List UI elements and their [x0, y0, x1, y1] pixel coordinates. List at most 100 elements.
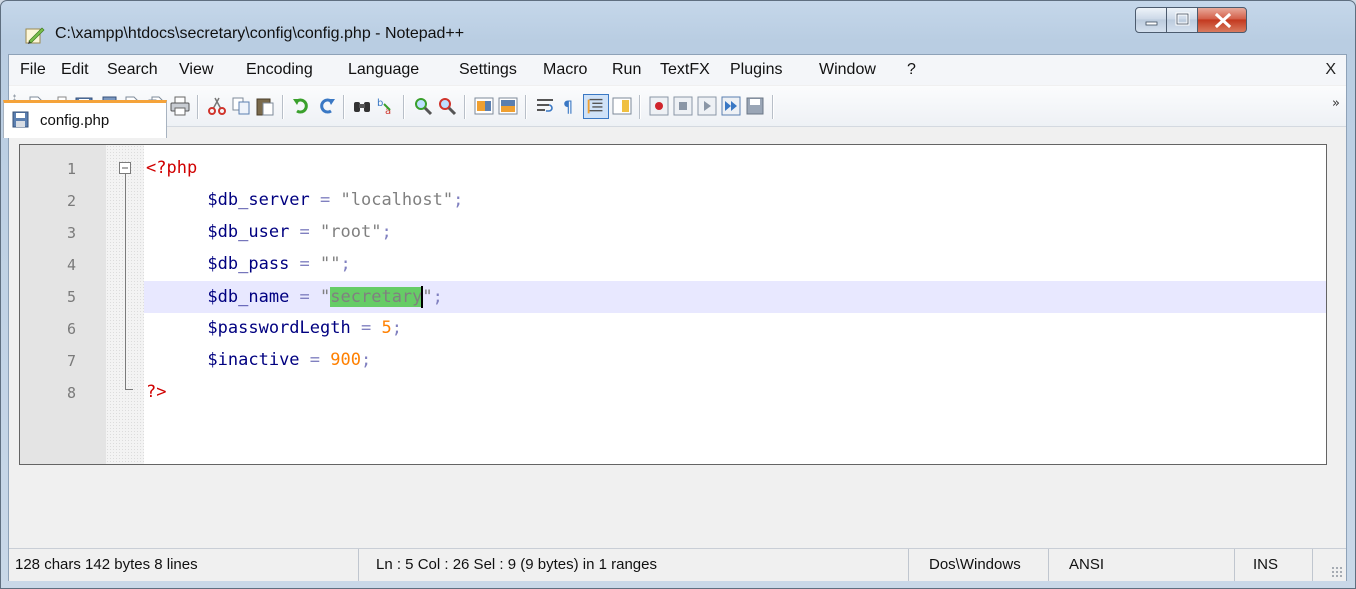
notepadpp-window: C:\xampp\htdocs\secretary\config\config.…: [0, 0, 1356, 589]
menu-textfx[interactable]: TextFX: [660, 61, 710, 79]
code-line-7[interactable]: 7 $inactive = 900;: [20, 345, 1326, 377]
title-bar[interactable]: C:\xampp\htdocs\secretary\config\config.…: [1, 1, 1355, 47]
maximize-button[interactable]: [1166, 7, 1198, 33]
status-length-cell: 128 chars 142 bytes 8 lines: [9, 549, 359, 581]
redo-icon[interactable]: [316, 96, 336, 116]
word-wrap-icon[interactable]: [535, 96, 555, 116]
operator-token: =: [289, 254, 321, 274]
line-number: 7: [66, 352, 76, 370]
code-line-3[interactable]: 3 $db_user = "root";: [20, 217, 1326, 249]
show-all-chars-icon[interactable]: ¶: [559, 96, 579, 116]
menu-help[interactable]: ?: [907, 61, 916, 79]
line-number: 5: [66, 288, 76, 306]
line-number: 4: [66, 256, 76, 274]
menu-encoding[interactable]: Encoding: [246, 61, 313, 79]
menu-macro[interactable]: Macro: [543, 61, 587, 79]
menu-language[interactable]: Language: [348, 61, 419, 79]
close-window-button[interactable]: [1197, 7, 1247, 33]
operator-token: =: [289, 222, 321, 242]
operator-token: =: [350, 318, 382, 338]
code-editor[interactable]: 1 <?php 2 $db_server = "localhost"; 3 $d…: [19, 144, 1327, 465]
operator-token: =: [299, 350, 331, 370]
toolbar-separator: [464, 95, 465, 119]
menu-run[interactable]: Run: [612, 61, 641, 79]
line-number: 3: [66, 224, 76, 242]
status-encoding-cell[interactable]: ANSI: [1049, 549, 1235, 581]
line-number: 8: [66, 384, 76, 402]
menu-view[interactable]: View: [179, 61, 213, 79]
string-token: "localhost": [340, 190, 454, 210]
operator-token: =: [309, 190, 341, 210]
toolbar-separator: [525, 95, 526, 119]
semicolon-token: ;: [381, 222, 392, 242]
macro-stop-icon[interactable]: [673, 96, 693, 116]
paste-icon[interactable]: [255, 96, 275, 116]
status-eol-cell[interactable]: Dos\Windows: [909, 549, 1049, 581]
status-position: Ln : 5 Col : 26 Sel : 9 (9 bytes) in 1 r…: [376, 556, 657, 573]
menu-settings[interactable]: Settings: [459, 61, 517, 79]
number-token: 900: [330, 350, 361, 370]
toolbar: ba ¶ »: [9, 86, 1346, 127]
number-token: 5: [381, 318, 392, 338]
print-icon[interactable]: [170, 96, 190, 116]
notepadpp-app-icon: [25, 27, 45, 44]
zoom-out-icon[interactable]: [437, 96, 457, 116]
code-line-4[interactable]: 4 $db_pass = "";: [20, 249, 1326, 281]
close-document-button[interactable]: X: [1325, 61, 1336, 79]
semicolon-token: ;: [432, 287, 443, 307]
variable-token: $db_pass: [207, 254, 290, 274]
zoom-in-icon[interactable]: [413, 96, 433, 116]
window-title: C:\xampp\htdocs\secretary\config\config.…: [55, 25, 465, 42]
sync-horizontal-icon[interactable]: [498, 96, 518, 116]
operator-token: =: [289, 287, 321, 307]
string-token: "": [320, 254, 341, 274]
toolbar-overflow-chevron[interactable]: »: [1332, 96, 1340, 111]
menu-search[interactable]: Search: [107, 61, 158, 79]
menu-plugins[interactable]: Plugins: [730, 61, 782, 79]
semicolon-token: ;: [391, 318, 402, 338]
resize-grip[interactable]: [1331, 566, 1343, 578]
code-line-5[interactable]: 5 $db_name = "secretary";: [20, 281, 1326, 313]
line-number: 1: [66, 160, 76, 178]
copy-icon[interactable]: [231, 96, 251, 116]
replace-icon[interactable]: ba: [376, 96, 396, 116]
menu-file[interactable]: File: [20, 61, 46, 79]
menu-edit[interactable]: Edit: [61, 61, 89, 79]
tab-config-php[interactable]: config.php: [3, 100, 167, 138]
status-insert-mode: INS: [1253, 556, 1279, 573]
macro-play-icon[interactable]: [697, 96, 717, 116]
variable-token: $db_user: [207, 222, 290, 242]
svg-text:b: b: [377, 98, 383, 109]
code-line-8[interactable]: 8 ?>: [20, 377, 1326, 409]
indent-guide-icon[interactable]: [583, 94, 609, 119]
close-icon: [1214, 12, 1232, 29]
selected-text: secretary: [330, 287, 423, 307]
macro-record-icon[interactable]: [649, 96, 669, 116]
macro-run-multiple-icon[interactable]: [721, 96, 741, 116]
menu-bar: File Edit Search View Encoding Language …: [9, 55, 1346, 85]
semicolon-token: ;: [360, 350, 372, 370]
menu-window[interactable]: Window: [819, 61, 876, 79]
minimize-button[interactable]: [1135, 7, 1167, 33]
code-line-2[interactable]: 2 $db_server = "localhost";: [20, 185, 1326, 217]
svg-text:¶: ¶: [563, 97, 573, 116]
code-line-6[interactable]: 6 $passwordLegth = 5;: [20, 313, 1326, 345]
doc-map-icon[interactable]: [612, 96, 632, 116]
find-icon[interactable]: [352, 96, 372, 116]
macro-save-icon[interactable]: [745, 96, 765, 116]
cut-icon[interactable]: [207, 96, 227, 116]
sync-vertical-icon[interactable]: [474, 96, 494, 116]
status-mode-cell[interactable]: INS: [1235, 549, 1313, 581]
toolbar-separator: [639, 95, 640, 119]
fold-end-marker: [125, 389, 133, 390]
minimize-icon: [1145, 21, 1158, 26]
status-position-cell[interactable]: Ln : 5 Col : 26 Sel : 9 (9 bytes) in 1 r…: [359, 549, 909, 581]
semicolon-token: ;: [453, 190, 464, 210]
code-line-1[interactable]: 1 <?php: [20, 153, 1326, 185]
status-encoding: ANSI: [1069, 556, 1105, 573]
line-number: 6: [66, 320, 76, 338]
status-eol: Dos\Windows: [929, 556, 1021, 573]
undo-icon[interactable]: [292, 96, 312, 116]
maximize-icon: [1175, 12, 1190, 26]
string-token: ": [320, 287, 331, 307]
